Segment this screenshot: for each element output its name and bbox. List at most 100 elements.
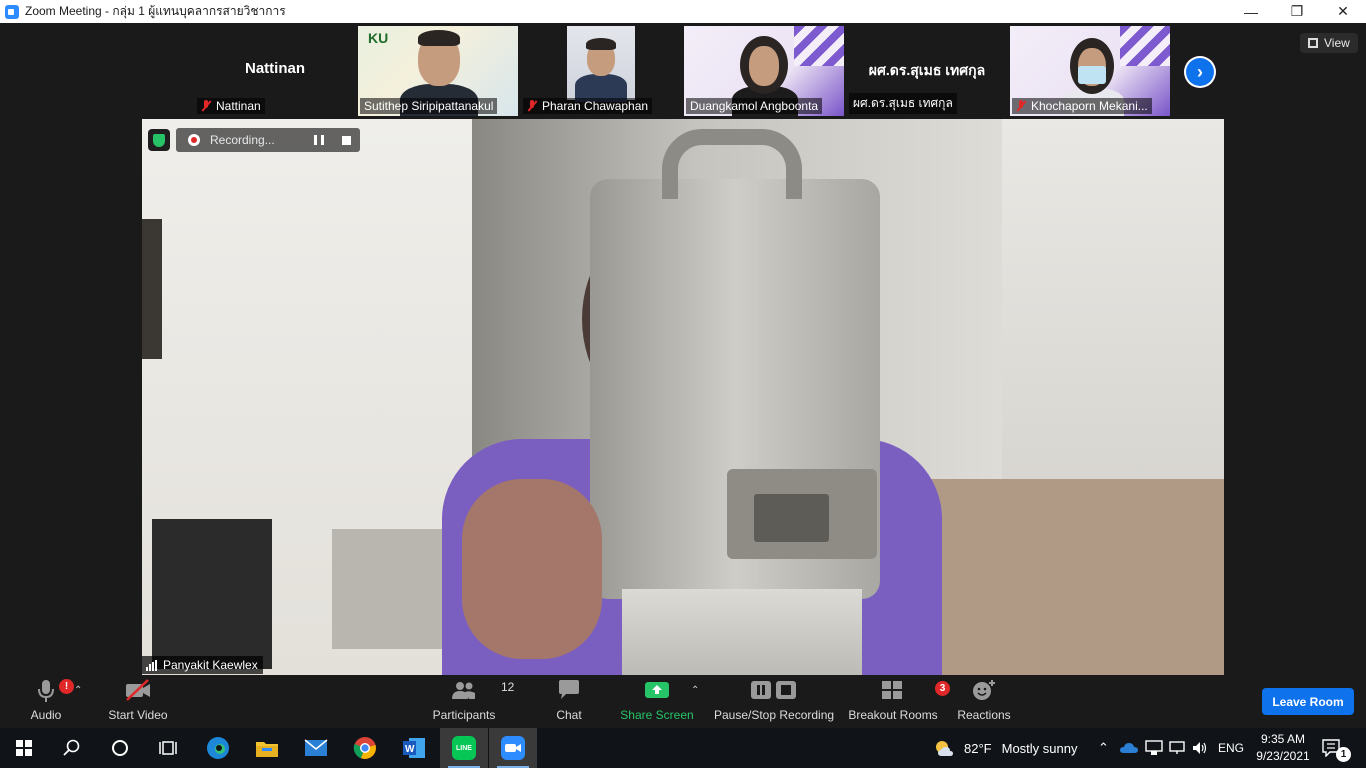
file-explorer-icon[interactable] <box>243 728 291 768</box>
participant-display-name: ผศ.ดร.สุเมธ เทศกุล <box>868 62 986 78</box>
network-ethernet-icon[interactable] <box>1145 728 1163 768</box>
participants-button[interactable]: 12 Participants <box>430 675 515 728</box>
participant-display-name: Nattinan <box>245 60 305 77</box>
reactions-button[interactable]: Reactions <box>955 675 1013 728</box>
participant-tile-pharan[interactable]: Pharan Chawaphan <box>521 26 681 116</box>
restore-button[interactable]: ❐ <box>1274 0 1320 23</box>
clock-date: 9/23/2021 <box>1256 749 1310 763</box>
participant-label: Pharan Chawaphan <box>523 98 653 114</box>
edge-browser-icon[interactable] <box>194 728 242 768</box>
mail-icon[interactable] <box>292 728 340 768</box>
participant-label: Duangkamol Angboonta <box>686 98 823 114</box>
couch <box>902 479 1224 675</box>
zoom-logo-icon <box>5 4 19 19</box>
system-clock[interactable]: 9:35 AM 9/23/2021 <box>1248 731 1318 765</box>
display-icon[interactable] <box>1169 728 1185 768</box>
clock-time: 9:35 AM <box>1260 732 1306 746</box>
participant-name: Pharan Chawaphan <box>542 99 649 113</box>
participant-video <box>567 26 635 102</box>
pause-recording-icon[interactable] <box>314 135 324 145</box>
participant-name: Nattinan <box>216 99 261 113</box>
participant-tile-khochaporn[interactable]: Khochaporn Mekani... <box>1010 26 1170 116</box>
task-view-icon[interactable] <box>144 728 192 768</box>
show-hidden-icons-chevron-icon[interactable]: ⌃ <box>1098 728 1109 768</box>
share-screen-button[interactable]: Share Screen <box>620 675 694 728</box>
word-icon[interactable]: W <box>390 728 438 768</box>
participant-label: Khochaporn Mekani... <box>1012 98 1152 114</box>
participant-name: Khochaporn Mekani... <box>1031 99 1148 113</box>
onedrive-icon[interactable] <box>1120 728 1138 768</box>
security-shield-icon[interactable] <box>148 129 170 151</box>
mic-muted-icon <box>201 100 211 112</box>
recording-controls-icon <box>750 675 798 705</box>
participant-name: Sutithep Siripipattanakul <box>364 99 494 113</box>
chat-button[interactable]: Chat <box>549 675 589 728</box>
cabinet <box>152 519 272 669</box>
participant-label: ผศ.ดร.สุเมธ เทศกุล <box>849 93 957 114</box>
input-language-indicator[interactable]: ENG <box>1218 728 1244 768</box>
shelf <box>142 219 162 359</box>
window-title: Zoom Meeting - กลุ่ม 1 ผู้แทนบุคลากรสายว… <box>25 4 286 18</box>
theodolite-handle <box>662 129 802 199</box>
participant-tile-nattinan[interactable]: Nattinan Nattinan <box>195 26 355 116</box>
notifications-icon[interactable]: 1 <box>1322 728 1357 768</box>
background-stripes <box>794 26 844 66</box>
pause-stop-recording-label: Pause/Stop Recording <box>713 708 835 722</box>
stop-recording-icon[interactable] <box>342 135 351 145</box>
ku-logo: KU <box>368 30 389 46</box>
minimize-button[interactable]: — <box>1228 0 1274 23</box>
person-hand <box>462 479 602 659</box>
participant-gallery-strip: Nattinan Nattinan KU Sutithep Siripipatt… <box>0 23 1366 119</box>
windows-start-icon[interactable] <box>0 728 48 768</box>
weather-temperature: 82°F <box>964 740 992 756</box>
participant-name: ผศ.ดร.สุเมธ เทศกุล <box>853 96 953 110</box>
cortana-icon[interactable] <box>96 728 144 768</box>
microphone-icon: ! <box>35 675 74 705</box>
participant-face <box>749 46 779 86</box>
close-button[interactable]: ✕ <box>1320 0 1366 23</box>
line-app-icon[interactable]: LINE <box>440 728 488 768</box>
view-label: View <box>1324 36 1350 50</box>
zoom-app-icon[interactable] <box>489 728 537 768</box>
view-button[interactable]: View <box>1300 33 1358 53</box>
windows-taskbar: W LINE 82°F Mostly sunny ⌃ ENG 9:35 AM 9… <box>0 728 1366 768</box>
share-screen-label: Share Screen <box>620 708 694 722</box>
share-screen-icon <box>644 675 670 705</box>
search-icon[interactable] <box>48 728 96 768</box>
mic-muted-icon <box>1016 100 1026 112</box>
window-titlebar: Zoom Meeting - กลุ่ม 1 ผู้แทนบุคลากรสายว… <box>0 0 1366 23</box>
weather-widget[interactable]: 82°F Mostly sunny <box>934 728 1077 768</box>
start-video-button[interactable]: Start Video <box>105 675 171 728</box>
breakout-rooms-icon: 3 <box>881 675 950 705</box>
mic-muted-icon <box>527 100 537 112</box>
participants-icon: 12 <box>451 675 514 705</box>
participant-label: Nattinan <box>197 98 265 114</box>
signal-strength-icon <box>146 659 157 671</box>
participant-tile-duangkamol[interactable]: Duangkamol Angboonta <box>684 26 844 116</box>
weather-description: Mostly sunny <box>1001 740 1078 756</box>
recording-status: Recording... <box>210 133 275 147</box>
reactions-label: Reactions <box>957 708 1011 722</box>
share-options-caret-icon[interactable]: ⌃ <box>691 685 699 696</box>
start-video-label: Start Video <box>108 708 168 722</box>
audio-alert-badge: ! <box>59 679 74 694</box>
volume-icon[interactable] <box>1192 728 1208 768</box>
participant-hair <box>586 38 616 50</box>
chrome-browser-icon[interactable] <box>341 728 389 768</box>
leave-room-button[interactable]: Leave Room <box>1262 688 1354 715</box>
weather-partly-sunny-icon <box>936 741 953 756</box>
audio-button[interactable]: ! Audio <box>22 675 74 728</box>
notifications-count-badge: 1 <box>1336 746 1351 762</box>
audio-options-caret-icon[interactable]: ⌃ <box>74 685 82 696</box>
recording-dot-icon <box>188 134 200 146</box>
audio-label: Audio <box>30 708 62 722</box>
next-page-button[interactable]: › <box>1184 56 1216 88</box>
pause-stop-recording-button[interactable]: Pause/Stop Recording <box>714 675 834 728</box>
participant-name: Duangkamol Angboonta <box>690 99 819 113</box>
participant-tile-sutithep[interactable]: KU Sutithep Siripipattanakul <box>358 26 518 116</box>
breakout-rooms-badge: 3 <box>935 681 950 696</box>
participant-tile-sumet[interactable]: ผศ.ดร.สุเมธ เทศกุล ผศ.ดร.สุเมธ เทศกุล <box>847 26 1007 116</box>
participants-label: Participants <box>432 708 496 722</box>
breakout-rooms-button[interactable]: 3 Breakout Rooms <box>848 675 950 728</box>
theodolite-display <box>754 494 829 542</box>
